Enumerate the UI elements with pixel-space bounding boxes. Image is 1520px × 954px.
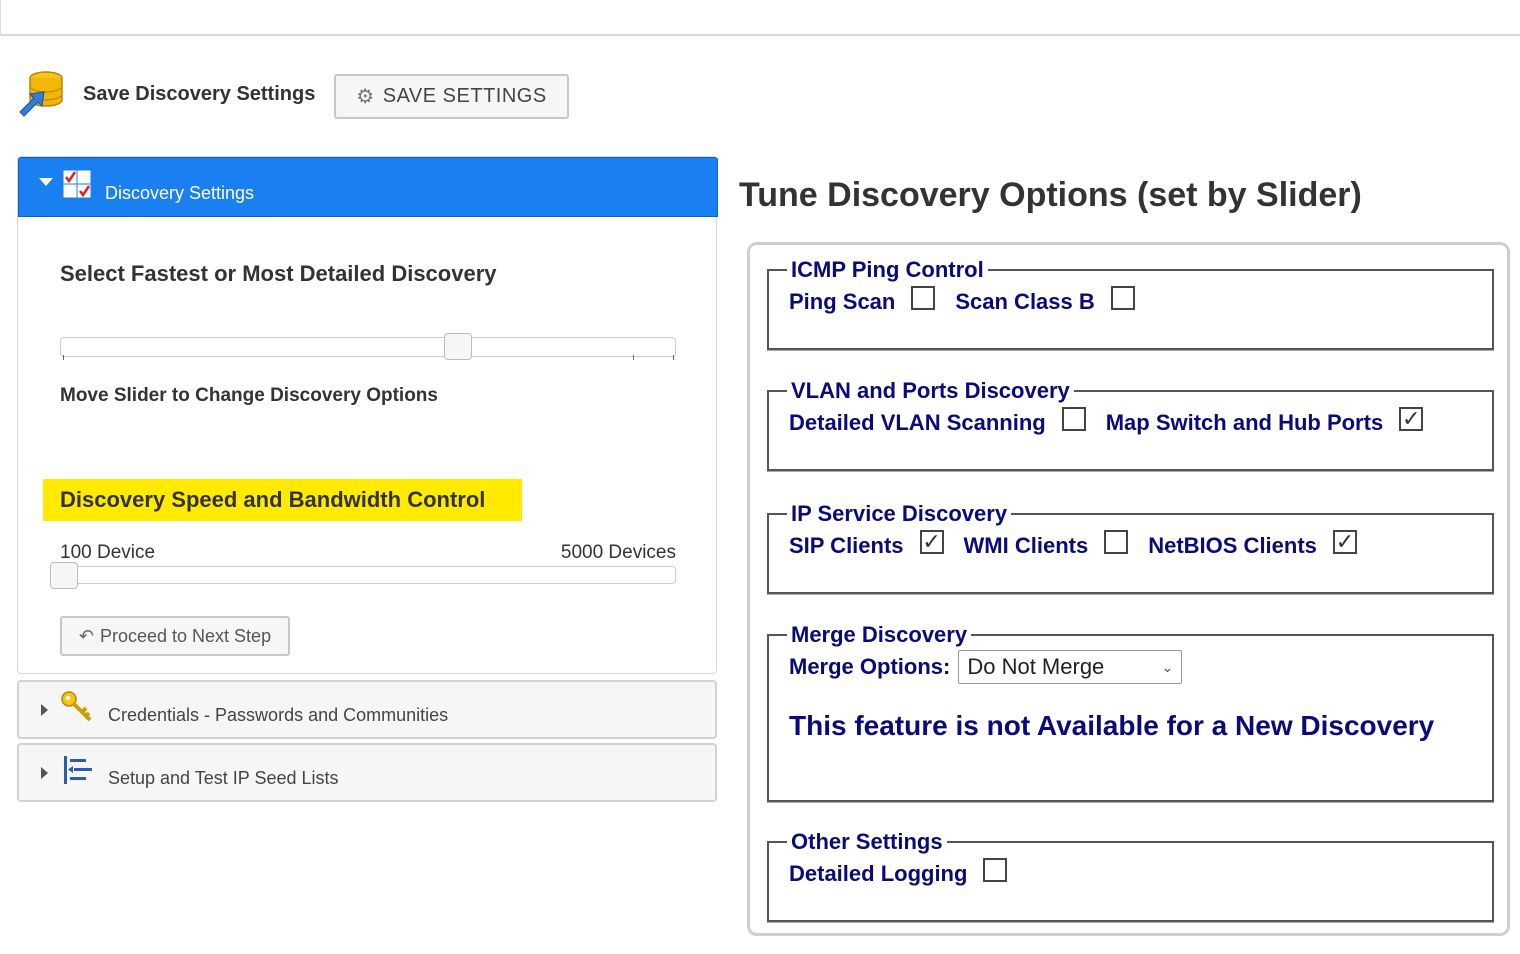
vlan-fieldset: VLAN and Ports Discovery Detailed VLAN S… [767,378,1494,471]
merge-options-label: Merge Options: [789,654,951,679]
ip-service-fieldset: IP Service Discovery SIP Clients ✓ WMI C… [767,501,1494,594]
tune-options-panel: ICMP Ping Control Ping Scan Scan Class B… [747,242,1510,936]
detailed-logging-label: Detailed Logging [789,861,968,886]
proceed-next-step-button[interactable]: ↶ Proceed to Next Step [60,616,290,656]
speed-slider-handle[interactable] [50,562,78,589]
credentials-header[interactable]: Credentials - Passwords and Communities [17,680,717,739]
collapsed-triangle-icon [41,766,48,779]
speed-bandwidth-title: Discovery Speed and Bandwidth Control [43,479,522,521]
detail-slider-handle[interactable] [444,333,472,360]
merge-selected-value: Do Not Merge [967,654,1105,679]
ip-service-legend: IP Service Discovery [791,501,1008,526]
discovery-settings-panel: Discovery Settings Select Fastest or Mos… [17,156,718,674]
save-settings-button[interactable]: ⚙ SAVE SETTINGS [334,74,569,119]
other-settings-fieldset: Other Settings Detailed Logging [767,829,1494,922]
wmi-clients-checkbox[interactable] [1104,530,1129,554]
top-bar [0,0,1520,36]
merge-legend: Merge Discovery [791,622,968,647]
merge-options-select[interactable]: Do Not Merge ⌄ [958,650,1183,684]
slider-tick [673,355,674,360]
vlan-legend: VLAN and Ports Discovery [791,378,1070,403]
map-switch-label: Map Switch and Hub Ports [1105,410,1384,435]
ping-scan-checkbox[interactable] [911,286,936,310]
icmp-fieldset: ICMP Ping Control Ping Scan Scan Class B [767,257,1494,350]
save-settings-label: Save Discovery Settings [83,83,316,105]
speed-slider[interactable] [50,562,676,589]
database-arrow-icon [19,71,63,117]
checklist-grid-icon [63,170,91,198]
tune-options-title: Tune Discovery Options (set by Slider) [739,176,1362,214]
wmi-clients-label: WMI Clients [963,533,1089,558]
credentials-title: Credentials - Passwords and Communities [108,705,449,725]
slider-tick [63,355,64,360]
undo-arrow-icon: ↶ [78,625,94,646]
save-settings-button-label: SAVE SETTINGS [382,85,547,107]
icmp-legend: ICMP Ping Control [791,257,984,282]
slider-hint: Move Slider to Change Discovery Options [60,385,438,406]
detailed-vlan-label: Detailed VLAN Scanning [789,410,1046,435]
seed-list-icon [64,755,92,784]
discovery-settings-header[interactable]: Discovery Settings [18,157,718,217]
discovery-settings-title: Discovery Settings [105,182,255,203]
detailed-vlan-checkbox[interactable] [1061,407,1086,431]
sip-clients-label: SIP Clients [789,533,904,558]
other-settings-legend: Other Settings [791,829,943,854]
merge-unavailable-note: This feature is not Available for a New … [789,710,1435,741]
netbios-clients-label: NetBIOS Clients [1148,533,1317,558]
netbios-clients-checkbox[interactable]: ✓ [1332,530,1357,554]
map-switch-checkbox[interactable]: ✓ [1399,407,1424,431]
key-icon [61,690,92,721]
seed-lists-title: Setup and Test IP Seed Lists [108,768,339,788]
proceed-button-label: Proceed to Next Step [99,625,272,646]
scan-class-b-label: Scan Class B [955,289,1095,314]
range-max-label: 5000 Devices [560,542,676,563]
ping-scan-label: Ping Scan [789,289,896,314]
section-title: Select Fastest or Most Detailed Discover… [60,261,497,286]
gear-icon: ⚙ [356,85,375,108]
sip-clients-checkbox[interactable]: ✓ [919,530,944,554]
range-min-label: 100 Device [60,542,156,563]
detail-slider[interactable] [60,333,676,360]
collapsed-triangle-icon [41,703,48,716]
seed-lists-header[interactable]: Setup and Test IP Seed Lists [17,743,717,802]
chevron-down-icon: ⌄ [1161,658,1174,675]
expanded-triangle-icon [39,178,53,186]
slider-tick [633,355,634,360]
scan-class-b-checkbox[interactable] [1110,286,1135,310]
merge-fieldset: Merge Discovery Merge Options: Do Not Me… [767,622,1494,802]
detailed-logging-checkbox[interactable] [983,858,1008,882]
